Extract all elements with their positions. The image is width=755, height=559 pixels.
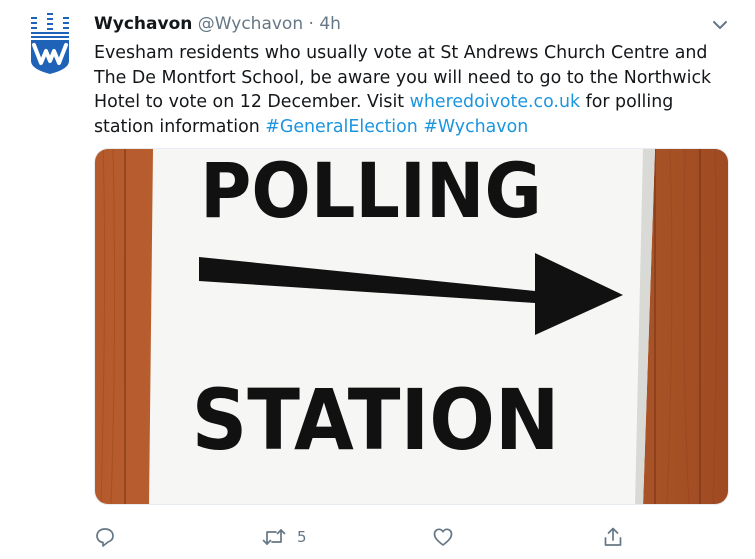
tweet-image[interactable]: POLLING STATION — [94, 148, 729, 505]
separator-dot: · — [308, 14, 314, 34]
sign-bottom-text: STATION — [192, 372, 560, 470]
more-options-button[interactable] — [709, 16, 731, 34]
polling-station-sign-image: POLLING STATION — [95, 149, 728, 504]
author-handle[interactable]: @Wychavon — [198, 14, 303, 34]
sign-top-text: POLLING — [200, 149, 542, 236]
hashtag-general-election[interactable]: #GeneralElection — [265, 117, 418, 137]
tweet-actions: 5 — [94, 524, 734, 550]
reply-icon — [96, 528, 114, 547]
wychavon-logo-icon — [31, 13, 69, 74]
tweet-header: Wychavon @Wychavon · 4h — [94, 13, 341, 35]
heart-icon — [433, 528, 453, 546]
retweet-button[interactable]: 5 — [261, 524, 307, 550]
author-name[interactable]: Wychavon — [94, 14, 192, 34]
avatar[interactable] — [27, 11, 73, 75]
share-icon — [604, 527, 622, 546]
tweet-text: Evesham residents who usually vote at St… — [94, 41, 734, 139]
timestamp[interactable]: 4h — [319, 14, 341, 34]
chevron-down-icon — [713, 21, 727, 29]
reply-button[interactable] — [94, 524, 116, 550]
share-button[interactable] — [602, 524, 624, 550]
retweet-icon — [262, 529, 286, 545]
tweet[interactable]: Wychavon @Wychavon · 4h Evesham resident… — [0, 0, 755, 559]
hashtag-wychavon[interactable]: #Wychavon — [423, 117, 528, 137]
like-button[interactable] — [432, 524, 454, 550]
retweet-count: 5 — [297, 528, 307, 546]
website-link[interactable]: wheredoivote.co.uk — [410, 92, 580, 112]
